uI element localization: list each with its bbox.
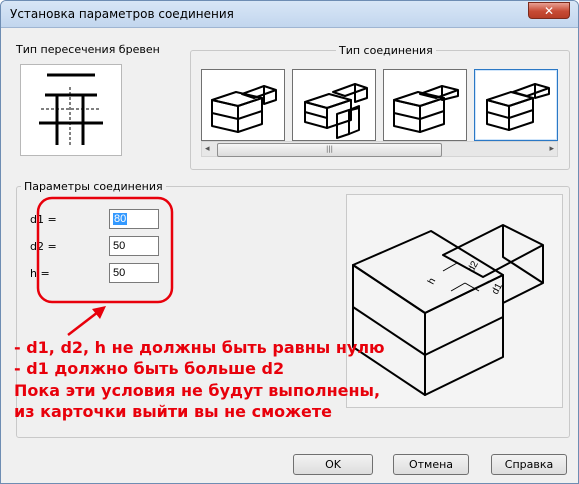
- dialog-window: Установка параметров соединения ✕ Тип пе…: [0, 0, 579, 484]
- title-bar[interactable]: Установка параметров соединения ✕: [1, 1, 578, 28]
- warning-line-3: Пока эти условия не будут выполнены,: [14, 381, 381, 400]
- joint-preview-panel: h d2 d1: [346, 194, 563, 408]
- help-button[interactable]: Справка: [491, 454, 567, 475]
- close-button[interactable]: ✕: [528, 2, 570, 19]
- joint-preview-icon: h d2 d1: [352, 224, 544, 396]
- ok-button[interactable]: OK: [293, 454, 373, 475]
- annotation-highlight-box: [36, 196, 174, 304]
- annotation-arrow-head: [92, 306, 106, 319]
- warning-line-4: из карточки выйти вы не сможете: [14, 402, 333, 421]
- dialog-body: Тип пересечения бревен Тип соединения ◂ …: [8, 28, 571, 476]
- close-icon: ✕: [543, 4, 555, 18]
- cancel-button[interactable]: Отмена: [393, 454, 469, 475]
- annotation-arrow-line: [67, 311, 99, 336]
- window-title: Установка параметров соединения: [10, 7, 234, 21]
- warning-line-1: - d1, d2, h не должны быть равны нулю: [14, 338, 385, 357]
- dim-label-h: h: [426, 276, 438, 286]
- warning-line-2: - d1 должно быть больше d2: [14, 359, 285, 378]
